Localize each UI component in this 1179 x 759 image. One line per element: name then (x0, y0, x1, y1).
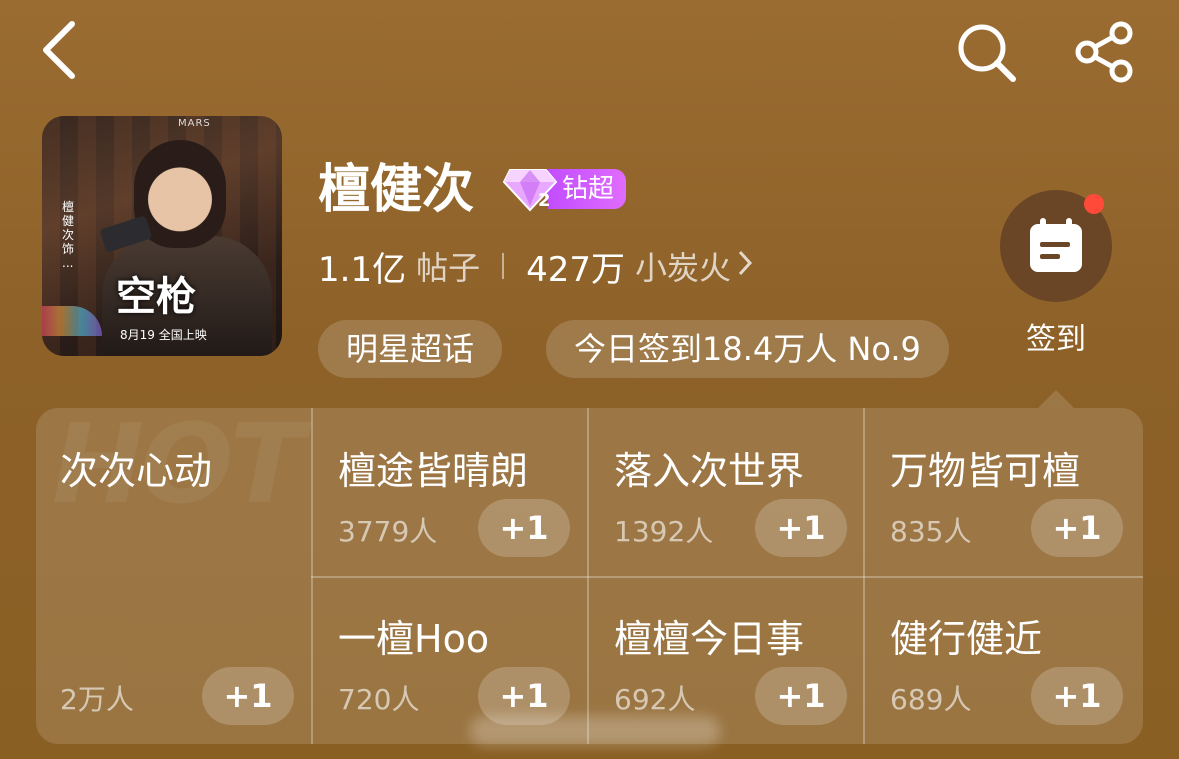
fans-count[interactable]: 427万 (526, 242, 625, 291)
super-topic-badge[interactable]: 2 钻超 (502, 166, 627, 212)
checkin-status[interactable]: 今日签到18.4万人 No.9 (546, 320, 949, 378)
grid-divider (311, 576, 1143, 578)
featured-count: 2万人 (60, 683, 134, 716)
diamond-icon: 2 (502, 166, 558, 212)
hot-item-count: 689人 (890, 683, 972, 716)
plus-one-button[interactable]: +1 (1031, 499, 1123, 557)
hot-item-title[interactable]: 檀途皆晴朗 (338, 440, 528, 495)
cover-release-date: 8月19 全国上映 (120, 328, 207, 342)
share-icon[interactable] (1068, 18, 1140, 86)
checkin-label[interactable]: 签到 (1000, 314, 1112, 358)
posts-count: 1.1亿 (318, 249, 407, 290)
plus-one-button[interactable]: +1 (202, 667, 294, 725)
stats-divider (502, 253, 505, 279)
cover-movie-title: 空枪 (116, 273, 196, 320)
hot-item-count: 720人 (338, 683, 420, 716)
cover-brand: MARS (178, 118, 211, 129)
plus-one-button[interactable]: +1 (1031, 667, 1123, 725)
svg-text:2: 2 (538, 190, 551, 211)
back-arrow-icon[interactable] (30, 18, 90, 82)
blurred-overlay (470, 716, 720, 746)
hot-item-count: 835人 (890, 515, 972, 548)
topic-stats: 1.1亿 帖子 427万 小炭火 (318, 242, 753, 290)
category-tag[interactable]: 明星超话 (318, 320, 503, 378)
badge-label: 钻超 (548, 169, 627, 209)
calendar-icon (1030, 218, 1082, 272)
hot-item-title[interactable]: 万物皆可檀 (890, 440, 1080, 495)
hot-item-title[interactable]: 檀檀今日事 (614, 608, 804, 663)
plus-one-button[interactable]: +1 (478, 499, 570, 557)
hot-item-count: 3779人 (338, 515, 438, 548)
plus-one-button[interactable]: +1 (755, 667, 847, 725)
hot-item-count: 1392人 (614, 515, 714, 548)
cover-side-text: 檀健次 饰 ... (62, 200, 75, 270)
topic-title: 檀健次 (318, 160, 475, 220)
top-bar (0, 0, 1179, 100)
topic-cover-image[interactable]: MARS 檀健次 饰 ... 空枪 8月19 全国上映 (42, 116, 282, 356)
hot-item-title[interactable]: 落入次世界 (614, 440, 804, 495)
hot-item-title[interactable]: 健行健近 (890, 608, 1042, 663)
featured-title[interactable]: 次次心动 (60, 440, 212, 495)
posts-label: 帖子 (416, 249, 481, 287)
panel-pointer (1038, 390, 1074, 408)
plus-one-button[interactable]: +1 (755, 499, 847, 557)
notification-dot (1084, 194, 1104, 214)
fans-label[interactable]: 小炭火 (635, 243, 731, 289)
chevron-right-icon[interactable] (737, 246, 753, 286)
search-icon[interactable] (950, 18, 1022, 86)
hot-item-count: 692人 (614, 683, 696, 716)
hot-item-title[interactable]: 一檀Hoo (338, 608, 489, 663)
